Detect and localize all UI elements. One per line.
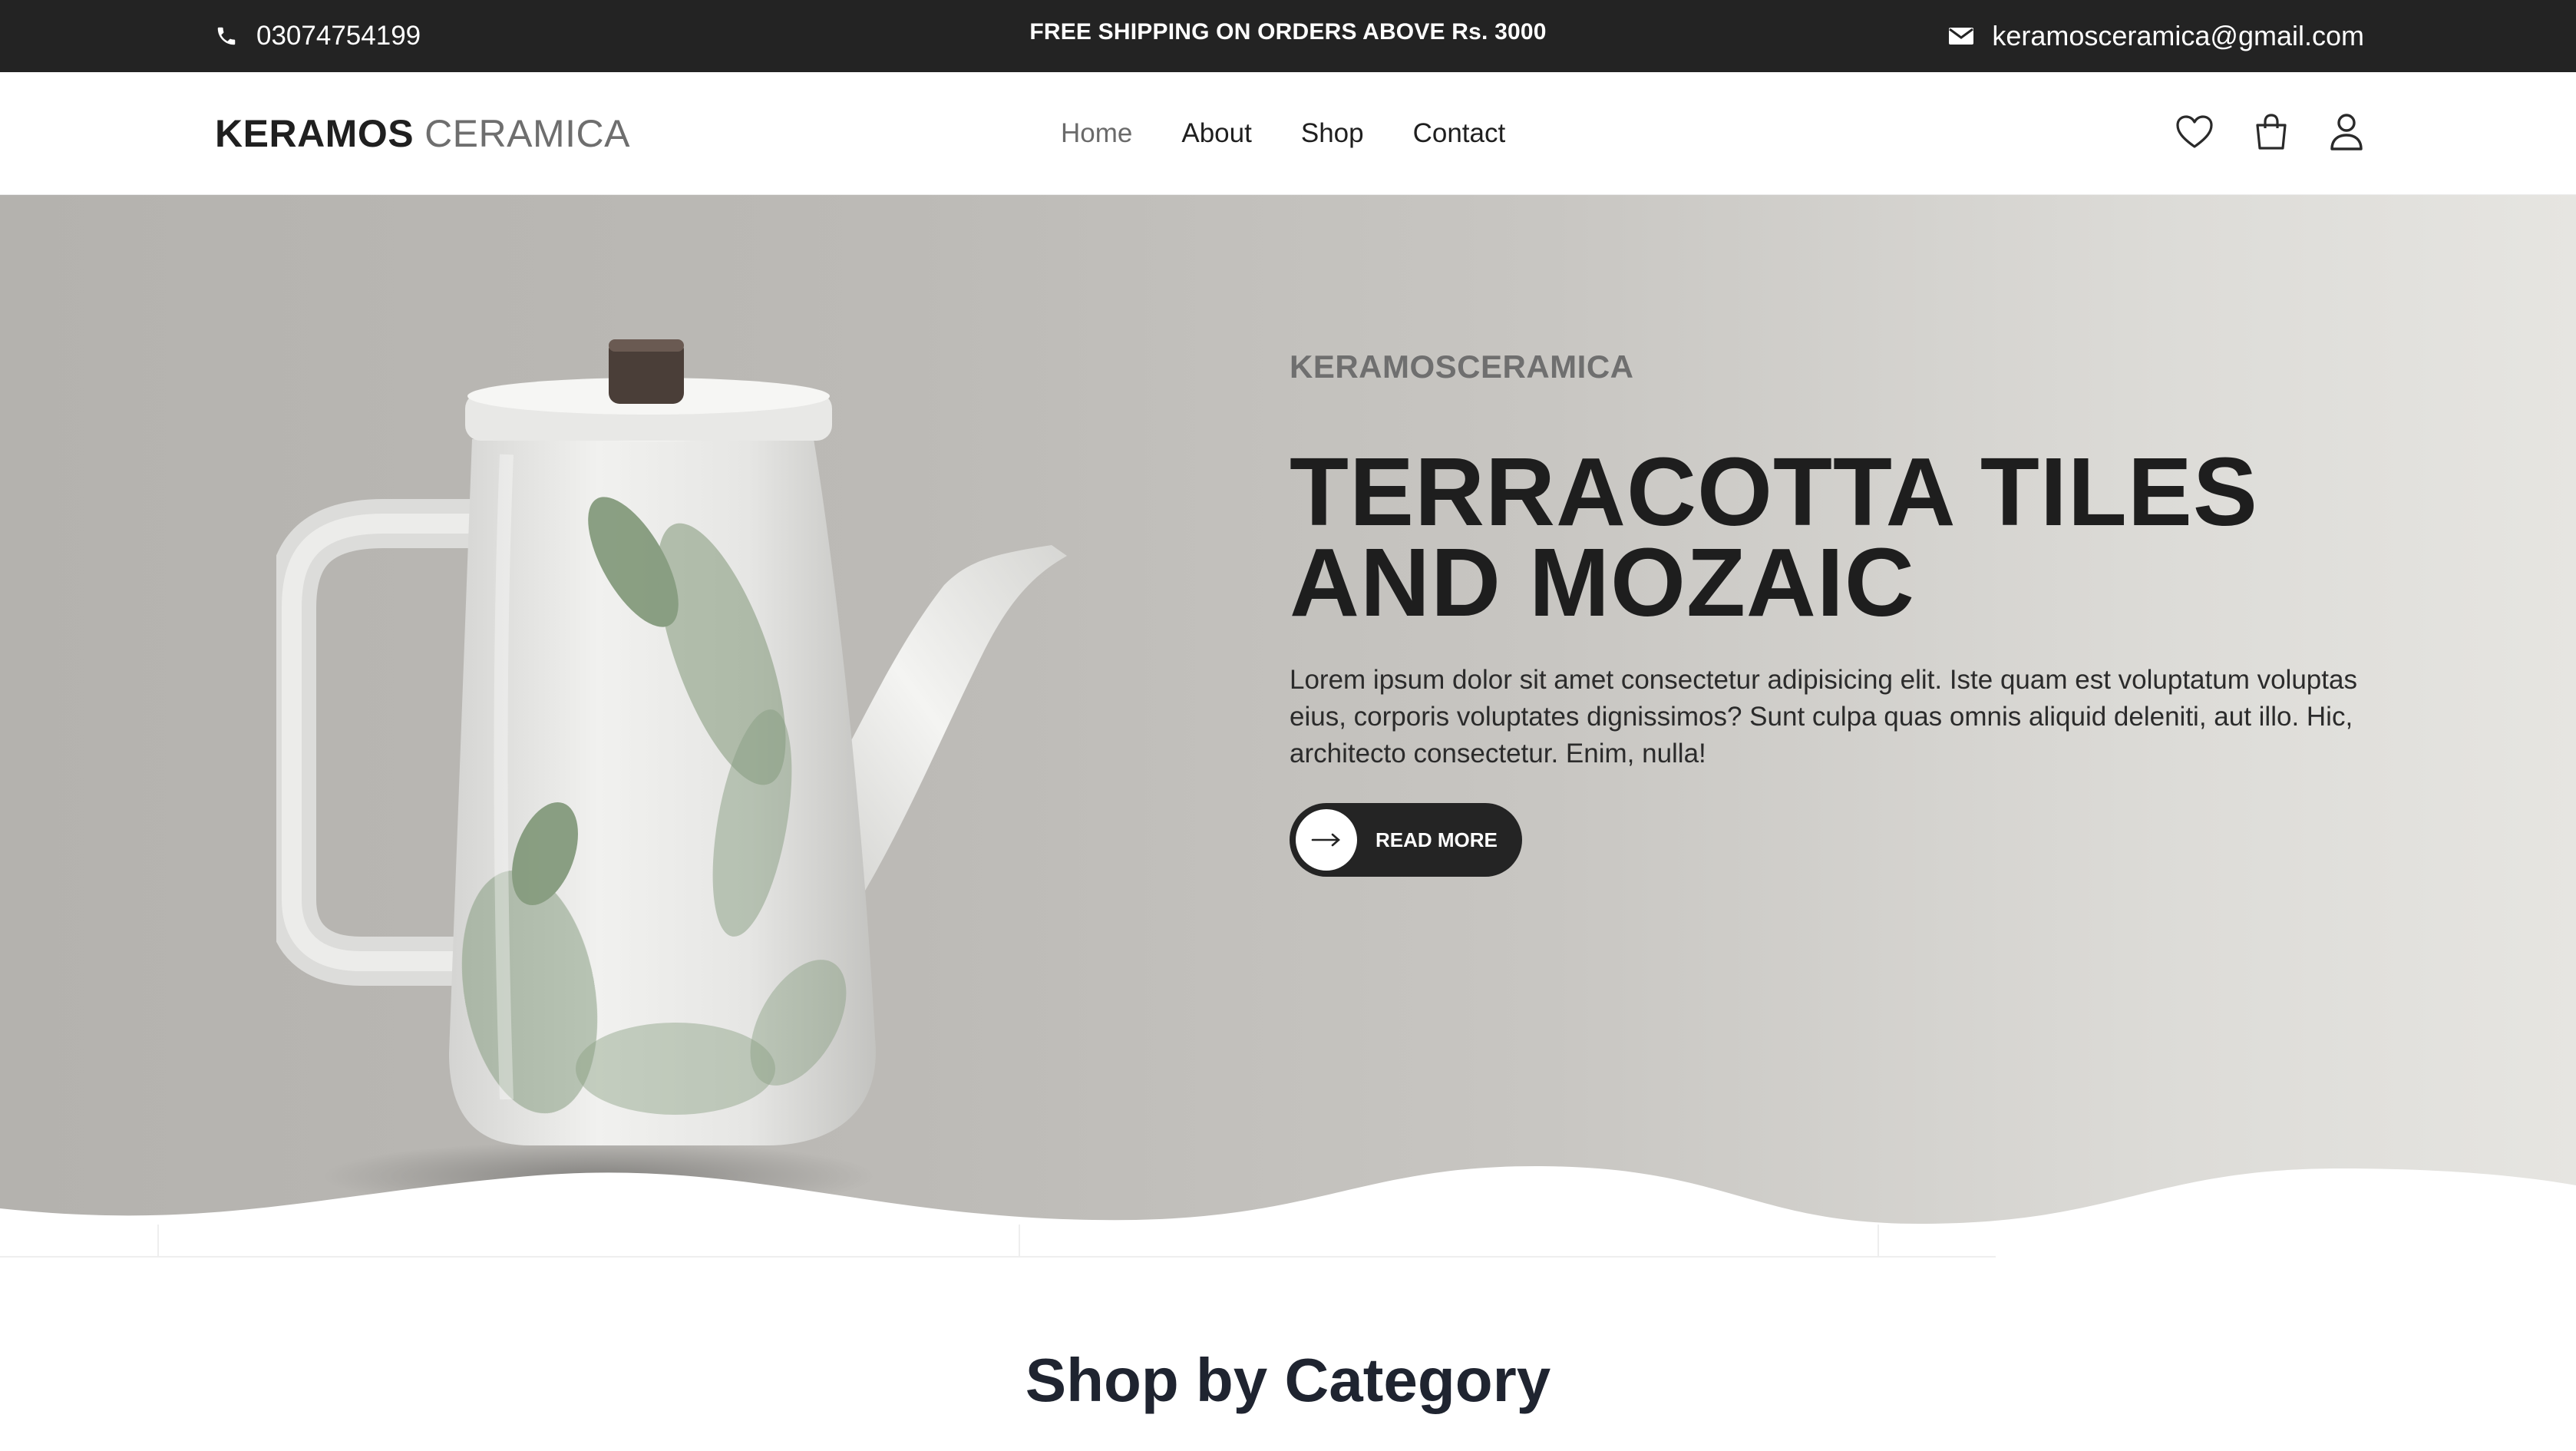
email-contact[interactable]: keramosceramica@gmail.com bbox=[1949, 0, 2364, 72]
heart-icon[interactable] bbox=[2175, 114, 2214, 154]
site-header: KERAMOS CERAMICA Home About Shop Contact bbox=[0, 72, 2576, 195]
hero-wave-divider bbox=[0, 1166, 2576, 1270]
nav-link-shop[interactable]: Shop bbox=[1301, 118, 1364, 149]
main-nav: Home About Shop Contact bbox=[1061, 72, 1505, 195]
nav-link-contact[interactable]: Contact bbox=[1413, 118, 1506, 149]
top-bar: 03074754199 FREE SHIPPING ON ORDERS ABOV… bbox=[0, 0, 2576, 72]
shopping-bag-icon[interactable] bbox=[2254, 113, 2289, 155]
logo-word-keramos[interactable]: KERAMOS bbox=[215, 111, 414, 156]
hero-banner: KERAMOSCERAMICA TERRACOTTA TILES AND MOZ… bbox=[0, 195, 2576, 1270]
email-address[interactable]: keramosceramica@gmail.com bbox=[1992, 20, 2364, 52]
nav-link-home[interactable]: Home bbox=[1061, 118, 1132, 149]
shop-by-category-heading: Shop by Category bbox=[1025, 1346, 1551, 1414]
user-icon[interactable] bbox=[2329, 112, 2364, 156]
envelope-icon bbox=[1949, 26, 1974, 46]
site-logo[interactable]: KERAMOS CERAMICA bbox=[215, 72, 630, 195]
header-actions bbox=[2175, 72, 2364, 195]
section-divider-lines bbox=[0, 1225, 1996, 1258]
logo-word-ceramica[interactable]: CERAMICA bbox=[424, 111, 630, 156]
nav-link-about[interactable]: About bbox=[1181, 118, 1251, 149]
